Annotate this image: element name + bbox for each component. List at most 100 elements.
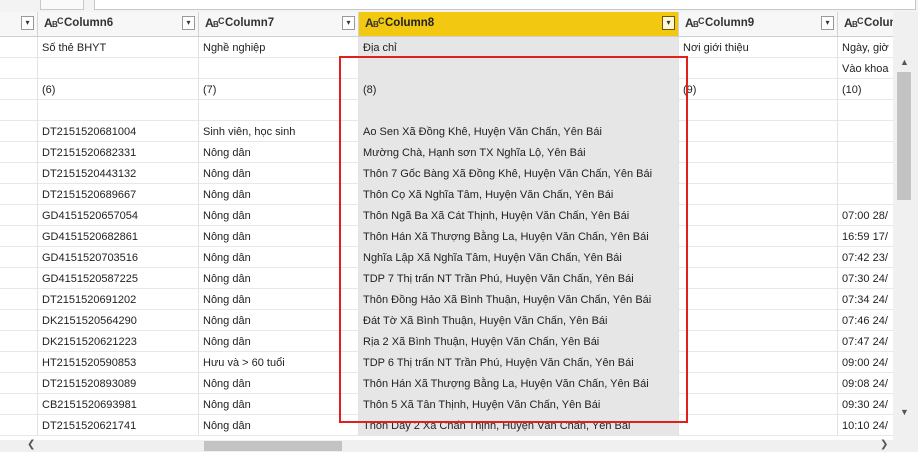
table-cell[interactable]: Nông dân — [199, 289, 359, 310]
table-cell[interactable]: 16:59 17/ — [838, 226, 893, 247]
table-row[interactable]: DT2151520691202 Nông dân Thôn Đồng Hảo Xã … — [0, 289, 893, 310]
scroll-down-icon[interactable]: ▼ — [900, 407, 909, 417]
table-cell[interactable]: (10) — [838, 79, 893, 100]
table-cell[interactable]: Nghề nghiệp — [199, 37, 359, 58]
table-cell[interactable]: Nông dân — [199, 247, 359, 268]
table-cell[interactable]: Mường Chà, Hạnh sơn TX Nghĩa Lộ, Yên Bái — [359, 142, 679, 163]
table-row[interactable]: DT2151520621741 Nông dân Thôn Dày 2 Xã Chấ… — [0, 415, 893, 436]
table-cell[interactable]: Thôn Dày 2 Xã Chấn Thịnh, Huyện Văn Chấn… — [359, 415, 679, 436]
table-row[interactable]: DK2151520564290 Nông dân Đát Tờ Xã Bình Th… — [0, 310, 893, 331]
row-number-cell[interactable] — [0, 205, 38, 226]
table-row[interactable]: HT2151520590853 Hưu và > 60 tuổi TDP 6 Thị… — [0, 352, 893, 373]
vertical-scrollbar[interactable]: ▲ ▼ — [893, 12, 918, 440]
row-number-cell[interactable] — [0, 247, 38, 268]
table-cell[interactable]: 10:10 24/ — [838, 415, 893, 436]
table-cell[interactable] — [679, 352, 838, 373]
table-cell[interactable]: Nông dân — [199, 205, 359, 226]
horizontal-scrollbar[interactable]: ❮ ❯ — [0, 439, 918, 452]
table-cell[interactable]: Thôn Ngã Ba Xã Cát Thịnh, Huyện Văn Chấn… — [359, 205, 679, 226]
table-cell[interactable]: DK2151520621223 — [38, 331, 199, 352]
row-number-cell[interactable] — [0, 37, 38, 58]
table-cell[interactable]: GD4151520682861 — [38, 226, 199, 247]
table-cell[interactable] — [679, 373, 838, 394]
table-cell[interactable]: 09:30 24/ — [838, 394, 893, 415]
table-cell[interactable]: Nông dân — [199, 184, 359, 205]
table-cell[interactable]: 07:00 28/ — [838, 205, 893, 226]
table-cell[interactable] — [199, 58, 359, 79]
table-cell[interactable]: DT2151520691202 — [38, 289, 199, 310]
table-cell[interactable] — [838, 163, 893, 184]
table-cell[interactable] — [679, 58, 838, 79]
row-number-cell[interactable] — [0, 331, 38, 352]
table-cell[interactable]: Vào khoa — [838, 58, 893, 79]
formula-input[interactable] — [94, 0, 916, 10]
row-number-cell[interactable] — [0, 100, 38, 121]
table-cell[interactable]: GD4151520587225 — [38, 268, 199, 289]
table-cell[interactable]: Sinh viên, học sinh — [199, 121, 359, 142]
table-cell[interactable]: 07:30 24/ — [838, 268, 893, 289]
table-cell[interactable]: Thôn Cọ Xã Nghĩa Tâm, Huyện Văn Chấn, Yê… — [359, 184, 679, 205]
table-cell[interactable]: CB2151520693981 — [38, 394, 199, 415]
table-cell[interactable] — [838, 121, 893, 142]
table-cell[interactable] — [679, 289, 838, 310]
text-type-icon[interactable]: ABC — [844, 16, 866, 32]
table-cell[interactable]: Nông dân — [199, 268, 359, 289]
row-number-cell[interactable] — [0, 310, 38, 331]
table-cell[interactable]: (7) — [199, 79, 359, 100]
horizontal-scroll-thumb[interactable] — [204, 441, 342, 451]
table-cell[interactable]: 07:42 23/ — [838, 247, 893, 268]
chevron-down-icon[interactable]: ▾ — [21, 16, 34, 30]
table-cell[interactable]: Nông dân — [199, 310, 359, 331]
table-cell[interactable] — [679, 226, 838, 247]
text-type-icon[interactable]: ABC — [685, 16, 707, 32]
table-cell[interactable] — [679, 331, 838, 352]
table-cell[interactable] — [679, 205, 838, 226]
table-cell[interactable]: Nơi giới thiệu — [679, 37, 838, 58]
column-header-6[interactable]: ABC Column6 ▾ — [38, 12, 199, 36]
table-cell[interactable] — [679, 415, 838, 436]
table-cell[interactable]: DT2151520893089 — [38, 373, 199, 394]
table-cell[interactable]: Nông dân — [199, 331, 359, 352]
row-number-cell[interactable] — [0, 163, 38, 184]
column-header-7[interactable]: ABC Column7 ▾ — [199, 12, 359, 36]
table-row[interactable]: Số thẻ BHYT Nghề nghiệp Địa chỉ Nơi giới th… — [0, 37, 893, 58]
vertical-scroll-thumb[interactable] — [897, 72, 911, 200]
table-cell[interactable]: Nông dân — [199, 373, 359, 394]
table-cell[interactable]: DT2151520682331 — [38, 142, 199, 163]
table-row[interactable] — [0, 100, 893, 121]
row-number-cell[interactable] — [0, 394, 38, 415]
scroll-up-icon[interactable]: ▲ — [900, 57, 909, 67]
table-cell[interactable]: TDP 6 Thị trấn NT Trần Phú, Huyện Văn Ch… — [359, 352, 679, 373]
table-row[interactable]: DK2151520621223 Nông dân Rịa 2 Xã Bình Thu… — [0, 331, 893, 352]
table-cell[interactable]: 09:00 24/ — [838, 352, 893, 373]
table-cell[interactable] — [838, 100, 893, 121]
table-cell[interactable]: (8) — [359, 79, 679, 100]
table-cell[interactable] — [199, 100, 359, 121]
table-cell[interactable] — [38, 100, 199, 121]
table-cell[interactable]: 09:08 24/ — [838, 373, 893, 394]
row-number-cell[interactable] — [0, 121, 38, 142]
table-cell[interactable]: TDP 7 Thị trấn NT Trần Phú, Huyện Văn Ch… — [359, 268, 679, 289]
row-number-cell[interactable] — [0, 373, 38, 394]
table-cell[interactable] — [359, 58, 679, 79]
column-header-8[interactable]: ABC Column8 ▾ — [359, 12, 679, 36]
row-number-cell[interactable] — [0, 289, 38, 310]
table-row[interactable]: CB2151520693981 Nông dân Thôn 5 Xã Tân Thị… — [0, 394, 893, 415]
table-row[interactable]: DT2151520689667 Nông dân Thôn Cọ Xã Nghĩa … — [0, 184, 893, 205]
row-number-cell[interactable] — [0, 142, 38, 163]
table-row[interactable]: GD4151520682861 Nông dân Thôn Hán Xã Thượn… — [0, 226, 893, 247]
table-cell[interactable]: (9) — [679, 79, 838, 100]
table-cell[interactable] — [679, 163, 838, 184]
table-cell[interactable]: Nông dân — [199, 394, 359, 415]
formula-bar-buttons[interactable] — [40, 0, 84, 10]
table-cell[interactable] — [679, 247, 838, 268]
row-number-cell[interactable] — [0, 268, 38, 289]
scroll-left-icon[interactable]: ❮ — [27, 439, 35, 450]
table-row[interactable]: DT2151520893089 Nông dân Thôn Hán Xã Thượn… — [0, 373, 893, 394]
table-row[interactable]: (6) (7) (8) (9) (10) — [0, 79, 893, 100]
table-cell[interactable]: GD4151520703516 — [38, 247, 199, 268]
table-cell[interactable]: Nông dân — [199, 163, 359, 184]
table-cell[interactable]: Số thẻ BHYT — [38, 37, 199, 58]
table-cell[interactable]: DT2151520689667 — [38, 184, 199, 205]
table-cell[interactable]: Rịa 2 Xã Bình Thuận, Huyện Văn Chấn, Yên… — [359, 331, 679, 352]
